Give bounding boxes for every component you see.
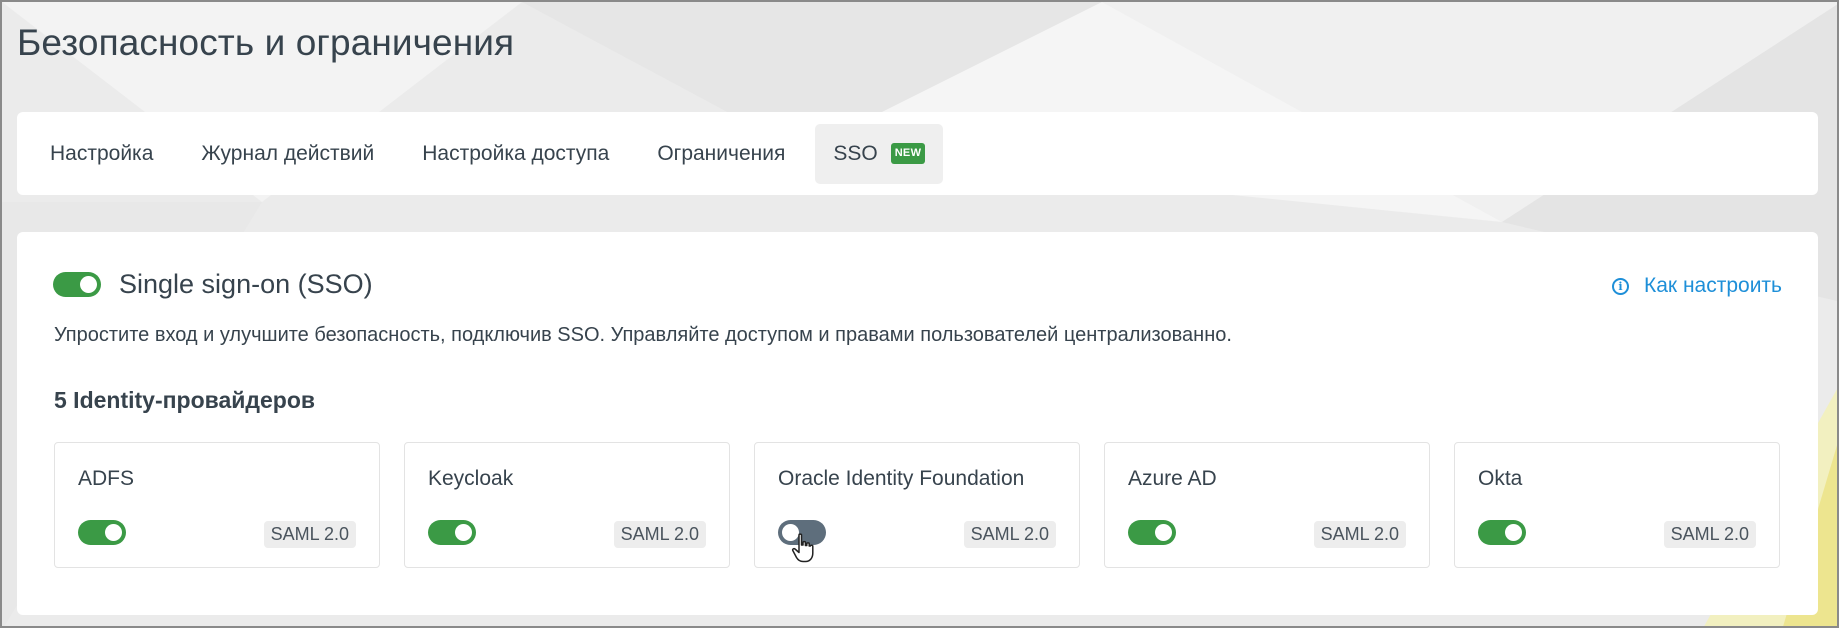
sso-description: Упростите вход и улучшите безопасность, … (54, 324, 1232, 346)
provider-card-keycloak: Keycloak SAML 2.0 (404, 442, 730, 568)
hand-pointer-icon (791, 533, 814, 563)
app-window: Безопасность и ограничения Настройка Жур… (0, 0, 1839, 628)
toggle-knob (80, 276, 97, 293)
sso-panel: Single sign-on (SSO) i Как настроить Упр… (17, 232, 1818, 615)
provider-name: Oracle Identity Foundation (778, 467, 1025, 490)
tab-label: SSO (833, 141, 878, 165)
sso-toggle[interactable] (53, 272, 101, 297)
protocol-badge: SAML 2.0 (1663, 521, 1756, 548)
info-icon: i (1612, 277, 1630, 295)
toggle-knob (455, 524, 472, 541)
sso-title: Single sign-on (SSO) (119, 269, 373, 299)
tab-label: Ограничения (657, 141, 786, 165)
provider-name: Okta (1478, 467, 1523, 490)
provider-toggle[interactable] (1128, 520, 1176, 545)
protocol-badge: SAML 2.0 (963, 521, 1056, 548)
protocol-badge: SAML 2.0 (613, 521, 706, 548)
sso-header: Single sign-on (SSO) (53, 269, 373, 300)
tab-restrictions[interactable]: Ограничения (639, 124, 803, 184)
how-to-configure-label: Как настроить (1644, 274, 1782, 297)
toggle-knob (105, 524, 122, 541)
tab-label: Журнал действий (201, 141, 375, 165)
toggle-knob (1155, 524, 1172, 541)
protocol-badge: SAML 2.0 (263, 521, 356, 548)
tab-access-settings[interactable]: Настройка доступа (404, 124, 627, 184)
providers-count: 5 Identity-провайдеров (54, 387, 316, 413)
tabs-bar: Настройка Журнал действий Настройка дост… (17, 112, 1818, 195)
tab-label: Настройка (50, 141, 154, 165)
tab-sso[interactable]: SSO NEW (815, 123, 944, 184)
provider-name: ADFS (78, 467, 135, 490)
provider-toggle[interactable] (428, 520, 476, 545)
tab-settings[interactable]: Настройка (32, 124, 171, 184)
provider-card-oracle: Oracle Identity Foundation SAML 2.0 (754, 442, 1080, 568)
provider-name: Azure AD (1128, 467, 1217, 490)
toggle-knob (1505, 524, 1522, 541)
tab-activity-log[interactable]: Журнал действий (183, 124, 392, 184)
providers-list: ADFS SAML 2.0 Keycloak SAML 2.0 Oracle I… (54, 442, 1780, 568)
provider-toggle[interactable] (78, 520, 126, 545)
page-title: Безопасность и ограничения (17, 22, 515, 63)
protocol-badge: SAML 2.0 (1313, 521, 1406, 548)
tab-label: Настройка доступа (422, 141, 610, 165)
provider-card-adfs: ADFS SAML 2.0 (54, 442, 380, 568)
provider-card-azure-ad: Azure AD SAML 2.0 (1104, 442, 1430, 568)
provider-name: Keycloak (428, 467, 514, 490)
provider-card-okta: Okta SAML 2.0 (1454, 442, 1780, 568)
provider-toggle[interactable] (1478, 520, 1526, 545)
new-badge: NEW (890, 143, 926, 164)
how-to-configure-link[interactable]: i Как настроить (1612, 274, 1782, 298)
